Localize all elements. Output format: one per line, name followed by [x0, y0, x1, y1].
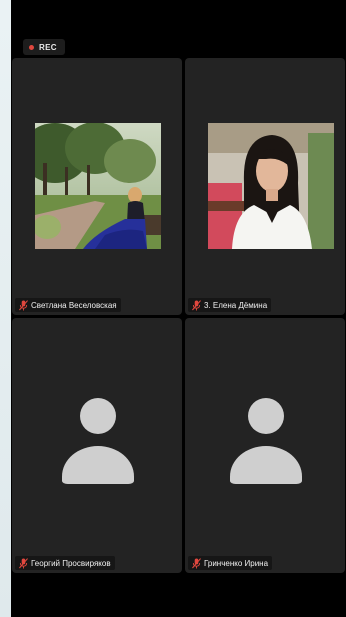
bottom-bar — [11, 575, 346, 617]
participant-tile-1[interactable]: Светлана Веселовская — [12, 58, 182, 315]
participant-tile-4[interactable]: Гринченко Ирина — [185, 318, 345, 573]
park-photo — [35, 123, 161, 249]
muted-mic-icon — [192, 557, 201, 568]
recording-badge: REC — [23, 39, 65, 55]
participant-tile-2[interactable]: 3. Елена Дёмина — [185, 58, 345, 315]
participant-name: 3. Елена Дёмина — [204, 300, 268, 310]
participant-name-tag: 3. Елена Дёмина — [188, 298, 272, 312]
recording-label: REC — [39, 42, 57, 52]
participant-name-tag: Георгий Просвиряков — [15, 556, 115, 570]
participant-name-tag: Светлана Веселовская — [15, 298, 121, 312]
avatar-placeholder-icon — [62, 398, 134, 488]
participant-name: Светлана Веселовская — [31, 300, 117, 310]
muted-mic-icon — [192, 299, 201, 310]
selfie-photo — [208, 123, 334, 249]
muted-mic-icon — [19, 299, 28, 310]
participant-video-1 — [35, 123, 161, 249]
participant-tile-3[interactable]: Георгий Просвиряков — [12, 318, 182, 573]
participant-name-tag: Гринченко Ирина — [188, 556, 273, 570]
left-edge-strip — [0, 0, 11, 617]
record-dot-icon — [29, 44, 34, 50]
participant-name: Гринченко Ирина — [204, 558, 269, 568]
avatar-placeholder-icon — [230, 398, 302, 488]
video-call-screen: REC Светлана Веселовская 3. Елена Дёмина… — [11, 0, 346, 617]
muted-mic-icon — [19, 557, 28, 568]
participant-name: Георгий Просвиряков — [31, 558, 111, 568]
participant-video-2 — [208, 123, 334, 249]
